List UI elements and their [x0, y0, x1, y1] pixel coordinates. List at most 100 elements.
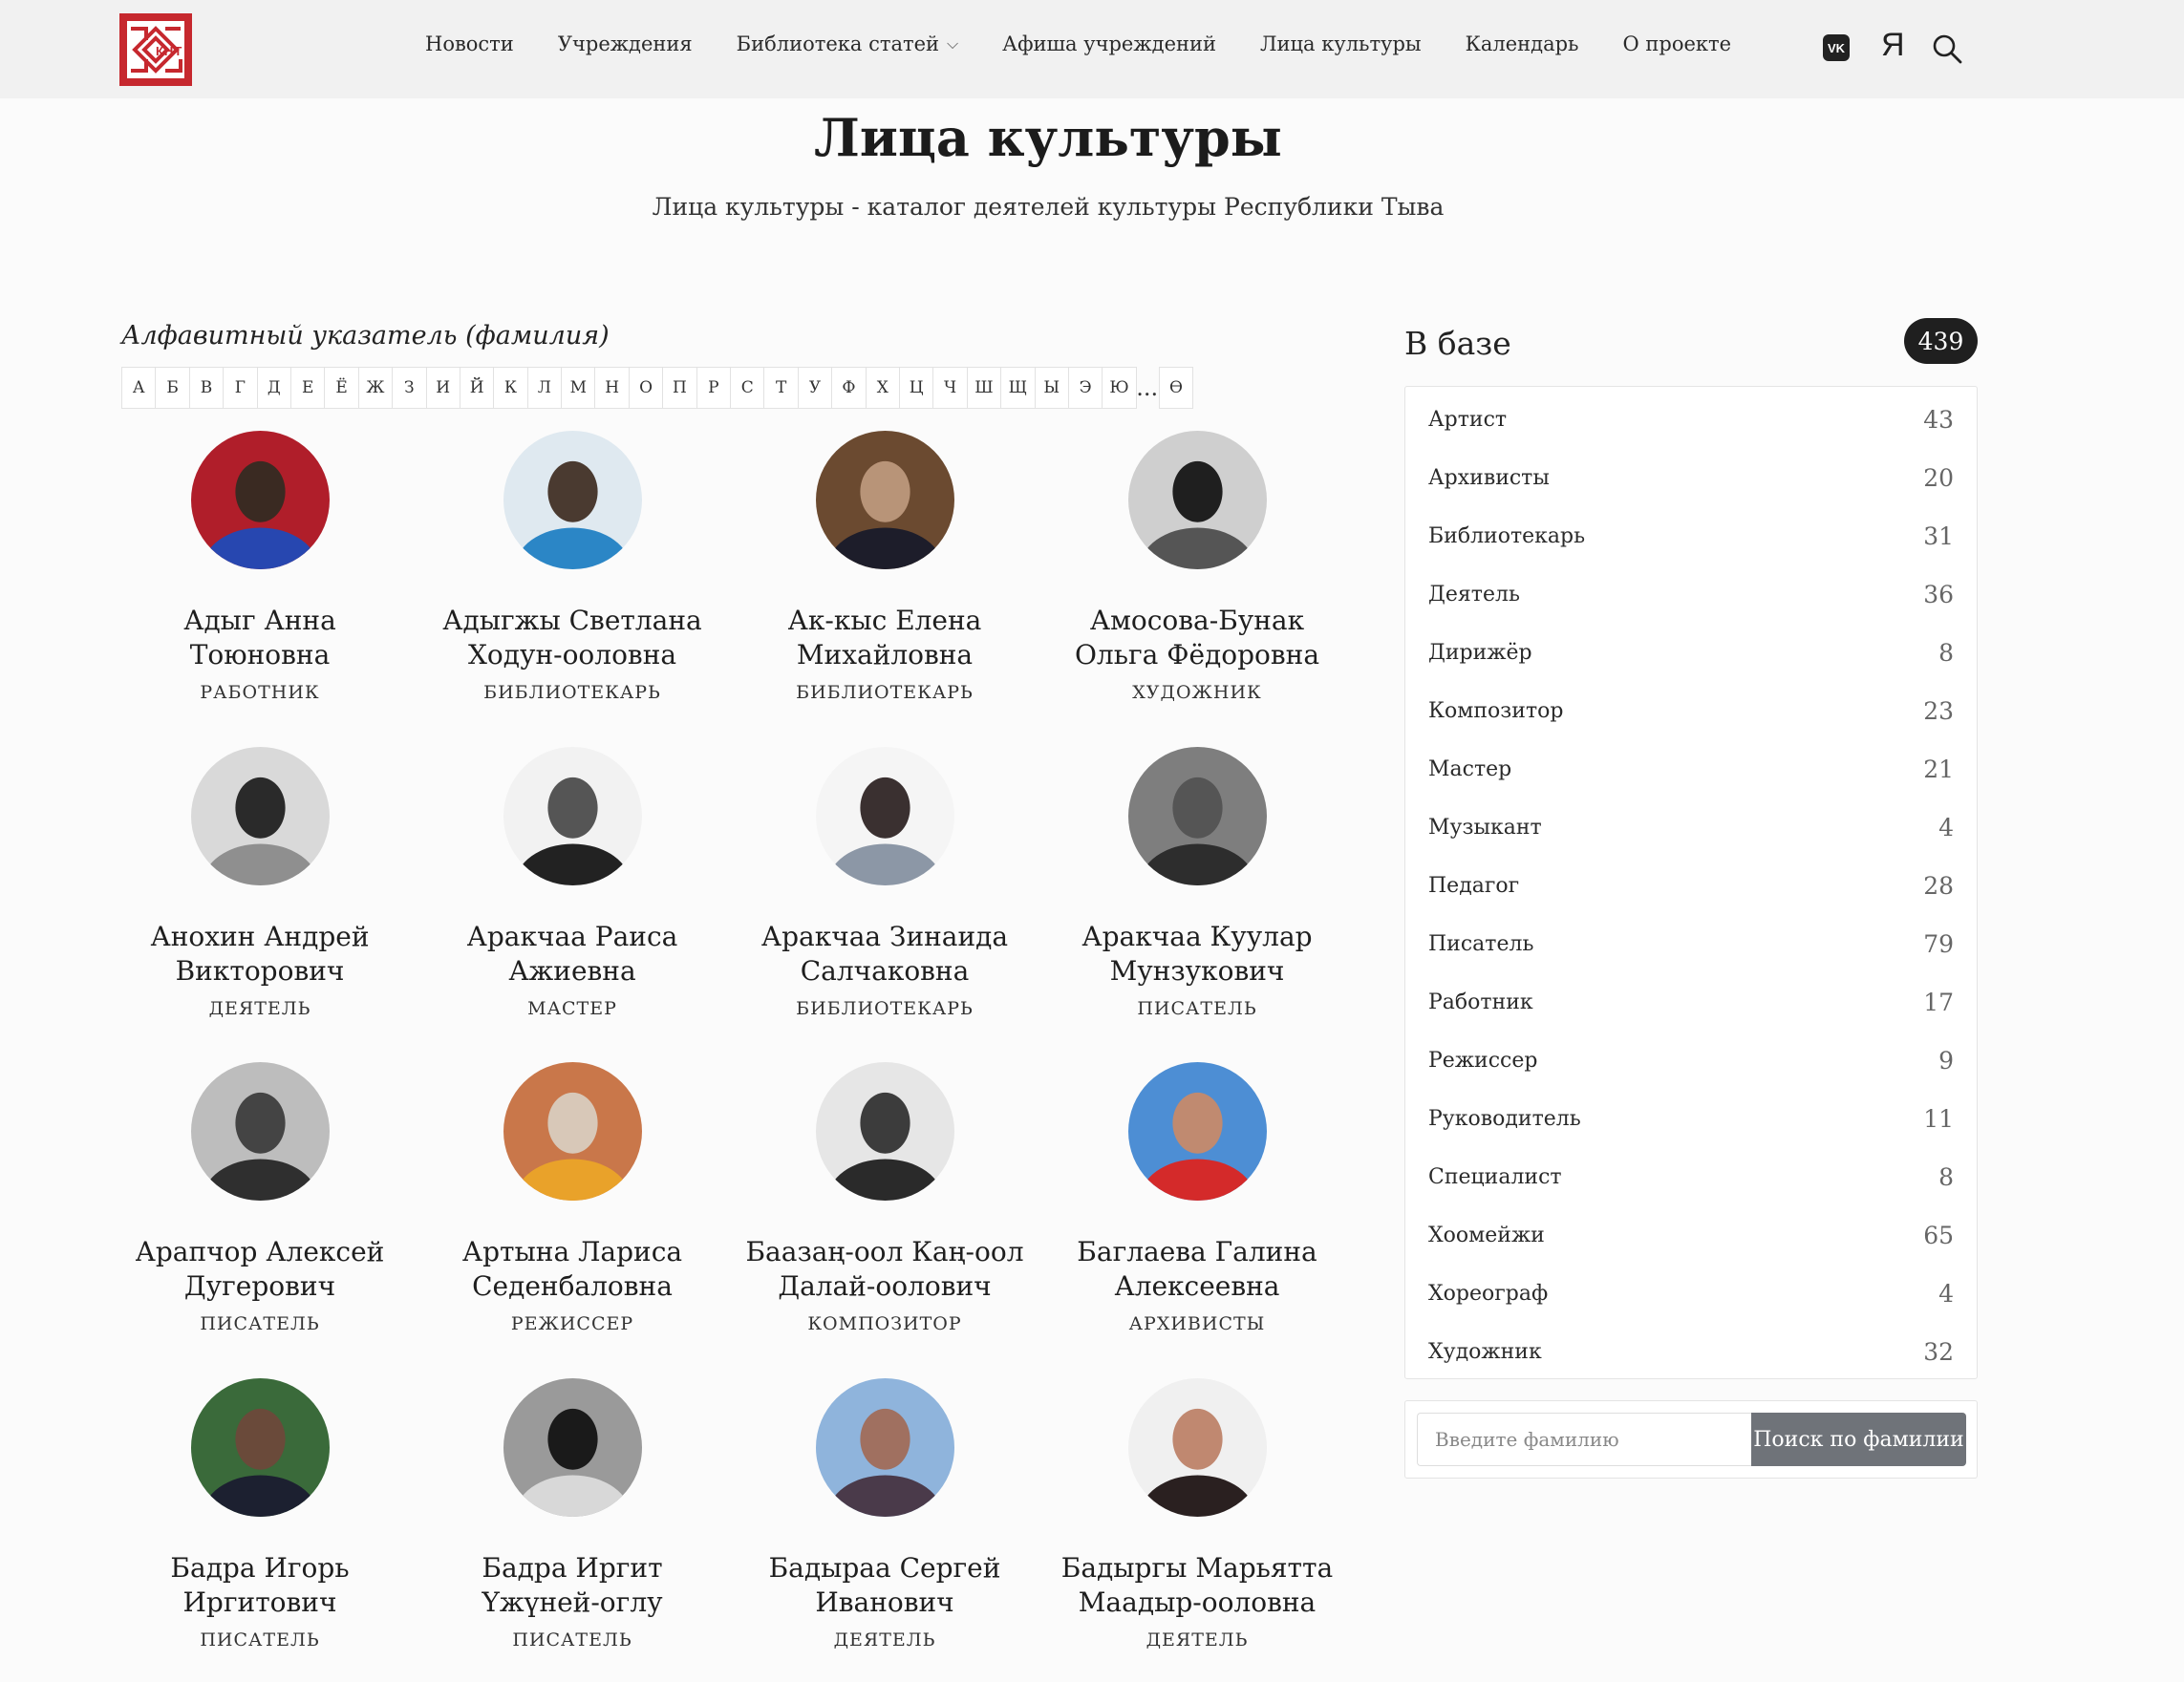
- alphabet-letter-extra[interactable]: Ө: [1158, 367, 1194, 409]
- alphabet-letter[interactable]: У: [797, 367, 833, 409]
- nav-item-3[interactable]: Библиотека статей ⌵: [737, 32, 959, 55]
- person-photo[interactable]: [1127, 1378, 1267, 1517]
- category-item[interactable]: Работник 17: [1405, 973, 1977, 1032]
- category-item[interactable]: Руководитель 11: [1405, 1090, 1977, 1148]
- person-name[interactable]: Баазаң-оол Каң-оол Далай-оолович: [741, 1235, 1028, 1304]
- person-card[interactable]: Бадыргы Марьятта Маадыр-ооловна Деятель: [1054, 1378, 1340, 1650]
- alphabet-letter[interactable]: Ф: [831, 367, 867, 409]
- alphabet-letter[interactable]: О: [628, 367, 664, 409]
- alphabet-letter[interactable]: Х: [865, 367, 900, 409]
- category-item[interactable]: Писатель 79: [1405, 915, 1977, 973]
- person-name[interactable]: Аракчаа Зинаида Салчаковна: [741, 920, 1028, 989]
- person-name[interactable]: Аракчаа Раиса Ажиевна: [429, 920, 716, 989]
- alphabet-letter[interactable]: Д: [256, 367, 291, 409]
- person-card[interactable]: Адыг Анна Тоюновна Работник: [117, 431, 403, 703]
- site-logo[interactable]: КНТ: [119, 13, 192, 86]
- person-card[interactable]: Арапчор Алексей Дугерович Писатель: [117, 1062, 403, 1334]
- person-name[interactable]: Баглаева Галина Алексеевна: [1054, 1235, 1340, 1304]
- person-name[interactable]: Бадыргы Марьятта Маадыр-ооловна: [1054, 1551, 1340, 1620]
- person-name[interactable]: Ак-кыс Елена Михайловна: [741, 604, 1028, 672]
- alphabet-letter[interactable]: В: [188, 367, 225, 409]
- person-name[interactable]: Анохин Андрей Викторович: [117, 920, 403, 989]
- person-card[interactable]: Амосова-Бунак Ольга Фёдоровна Художник: [1054, 431, 1340, 703]
- person-card[interactable]: Баглаева Галина Алексеевна Архивисты: [1054, 1062, 1340, 1334]
- vk-icon[interactable]: VK: [1823, 34, 1850, 61]
- yandex-icon[interactable]: Я: [1881, 27, 1905, 64]
- person-photo[interactable]: [503, 747, 642, 885]
- person-name[interactable]: Адыг Анна Тоюновна: [117, 604, 403, 672]
- person-photo[interactable]: [815, 1062, 954, 1201]
- alphabet-letter[interactable]: Р: [696, 367, 732, 409]
- alphabet-letter[interactable]: Ш: [966, 367, 1002, 409]
- person-photo[interactable]: [1127, 1062, 1267, 1201]
- alphabet-letter[interactable]: Ё: [324, 367, 359, 409]
- category-item[interactable]: Художник 32: [1405, 1323, 1977, 1381]
- alphabet-letter[interactable]: З: [392, 367, 427, 409]
- category-item[interactable]: Композитор 23: [1405, 682, 1977, 740]
- nav-item-7[interactable]: О проекте: [1623, 32, 1732, 55]
- person-photo[interactable]: [190, 747, 330, 885]
- alphabet-letter[interactable]: Ч: [932, 367, 968, 409]
- person-card[interactable]: Анохин Андрей Викторович Деятель: [117, 747, 403, 1019]
- category-item[interactable]: Дирижёр 8: [1405, 624, 1977, 682]
- category-item[interactable]: Хореограф 4: [1405, 1265, 1977, 1323]
- person-card[interactable]: Ак-кыс Елена Михайловна Библиотекарь: [741, 431, 1028, 703]
- alphabet-letter[interactable]: Ы: [1034, 367, 1069, 409]
- nav-item-6[interactable]: Календарь: [1466, 32, 1579, 55]
- category-item[interactable]: Мастер 21: [1405, 740, 1977, 798]
- alphabet-letter[interactable]: Щ: [1000, 367, 1036, 409]
- alphabet-letter[interactable]: Й: [459, 367, 495, 409]
- person-photo[interactable]: [815, 747, 954, 885]
- person-card[interactable]: Бадра Игорь Иргитович Писатель: [117, 1378, 403, 1650]
- category-item[interactable]: Артист 43: [1405, 391, 1977, 449]
- category-item[interactable]: Педагог 28: [1405, 857, 1977, 915]
- alphabet-letter[interactable]: Б: [155, 367, 190, 409]
- person-photo[interactable]: [503, 1062, 642, 1201]
- alphabet-letter[interactable]: С: [730, 367, 765, 409]
- person-card[interactable]: Бадыраа Сергей Иванович Деятель: [741, 1378, 1028, 1650]
- alphabet-letter[interactable]: Э: [1067, 367, 1103, 409]
- alphabet-letter[interactable]: Ж: [357, 367, 394, 409]
- alphabet-letter[interactable]: Ц: [898, 367, 934, 409]
- alphabet-letter[interactable]: Н: [594, 367, 630, 409]
- nav-item-2[interactable]: Учреждения: [558, 32, 693, 55]
- category-item[interactable]: Архивисты 20: [1405, 449, 1977, 507]
- person-name[interactable]: Амосова-Бунак Ольга Фёдоровна: [1054, 604, 1340, 672]
- person-card[interactable]: Аракчаа Раиса Ажиевна Мастер: [429, 747, 716, 1019]
- person-card[interactable]: Баазаң-оол Каң-оол Далай-оолович Композит…: [741, 1062, 1028, 1334]
- person-photo[interactable]: [815, 431, 954, 569]
- person-card[interactable]: Аракчаа Зинаида Салчаковна Библиотекарь: [741, 747, 1028, 1019]
- person-name[interactable]: Бадра Иргит Үжүней-оглу: [429, 1551, 716, 1620]
- person-photo[interactable]: [1127, 747, 1267, 885]
- person-name[interactable]: Арапчор Алексей Дугерович: [117, 1235, 403, 1304]
- person-photo[interactable]: [815, 1378, 954, 1517]
- person-name[interactable]: Бадыраа Сергей Иванович: [741, 1551, 1028, 1620]
- person-card[interactable]: Аракчаа Куулар Мунзукович Писатель: [1054, 747, 1340, 1019]
- person-name[interactable]: Адыгжы Светлана Ходун-ооловна: [429, 604, 716, 672]
- person-photo[interactable]: [1127, 431, 1267, 569]
- surname-search-input[interactable]: [1417, 1413, 1757, 1466]
- person-card[interactable]: Бадра Иргит Үжүней-оглу Писатель: [429, 1378, 716, 1650]
- alphabet-letter[interactable]: М: [561, 367, 596, 409]
- surname-search-button[interactable]: Поиск по фамилии: [1751, 1413, 1966, 1466]
- person-photo[interactable]: [190, 1062, 330, 1201]
- alphabet-letter[interactable]: Л: [526, 367, 563, 409]
- nav-item-5[interactable]: Лица культуры: [1260, 32, 1422, 55]
- alphabet-letter[interactable]: К: [493, 367, 528, 409]
- category-item[interactable]: Специалист 8: [1405, 1148, 1977, 1206]
- person-photo[interactable]: [503, 1378, 642, 1517]
- category-item[interactable]: Режиссер 9: [1405, 1032, 1977, 1090]
- person-name[interactable]: Аракчаа Куулар Мунзукович: [1054, 920, 1340, 989]
- alphabet-letter[interactable]: Г: [223, 367, 258, 409]
- nav-item-1[interactable]: Новости: [425, 32, 514, 55]
- category-item[interactable]: Деятель 36: [1405, 565, 1977, 624]
- category-item[interactable]: Хоомейжи 65: [1405, 1206, 1977, 1265]
- person-name[interactable]: Артына Лариса Седенбаловна: [429, 1235, 716, 1304]
- person-photo[interactable]: [503, 431, 642, 569]
- search-icon[interactable]: [1932, 33, 1962, 64]
- person-card[interactable]: Адыгжы Светлана Ходун-ооловна Библиотекар…: [429, 431, 716, 703]
- person-photo[interactable]: [190, 431, 330, 569]
- category-item[interactable]: Библиотекарь 31: [1405, 507, 1977, 565]
- alphabet-letter[interactable]: Е: [289, 367, 326, 409]
- person-card[interactable]: Артына Лариса Седенбаловна Режиссер: [429, 1062, 716, 1334]
